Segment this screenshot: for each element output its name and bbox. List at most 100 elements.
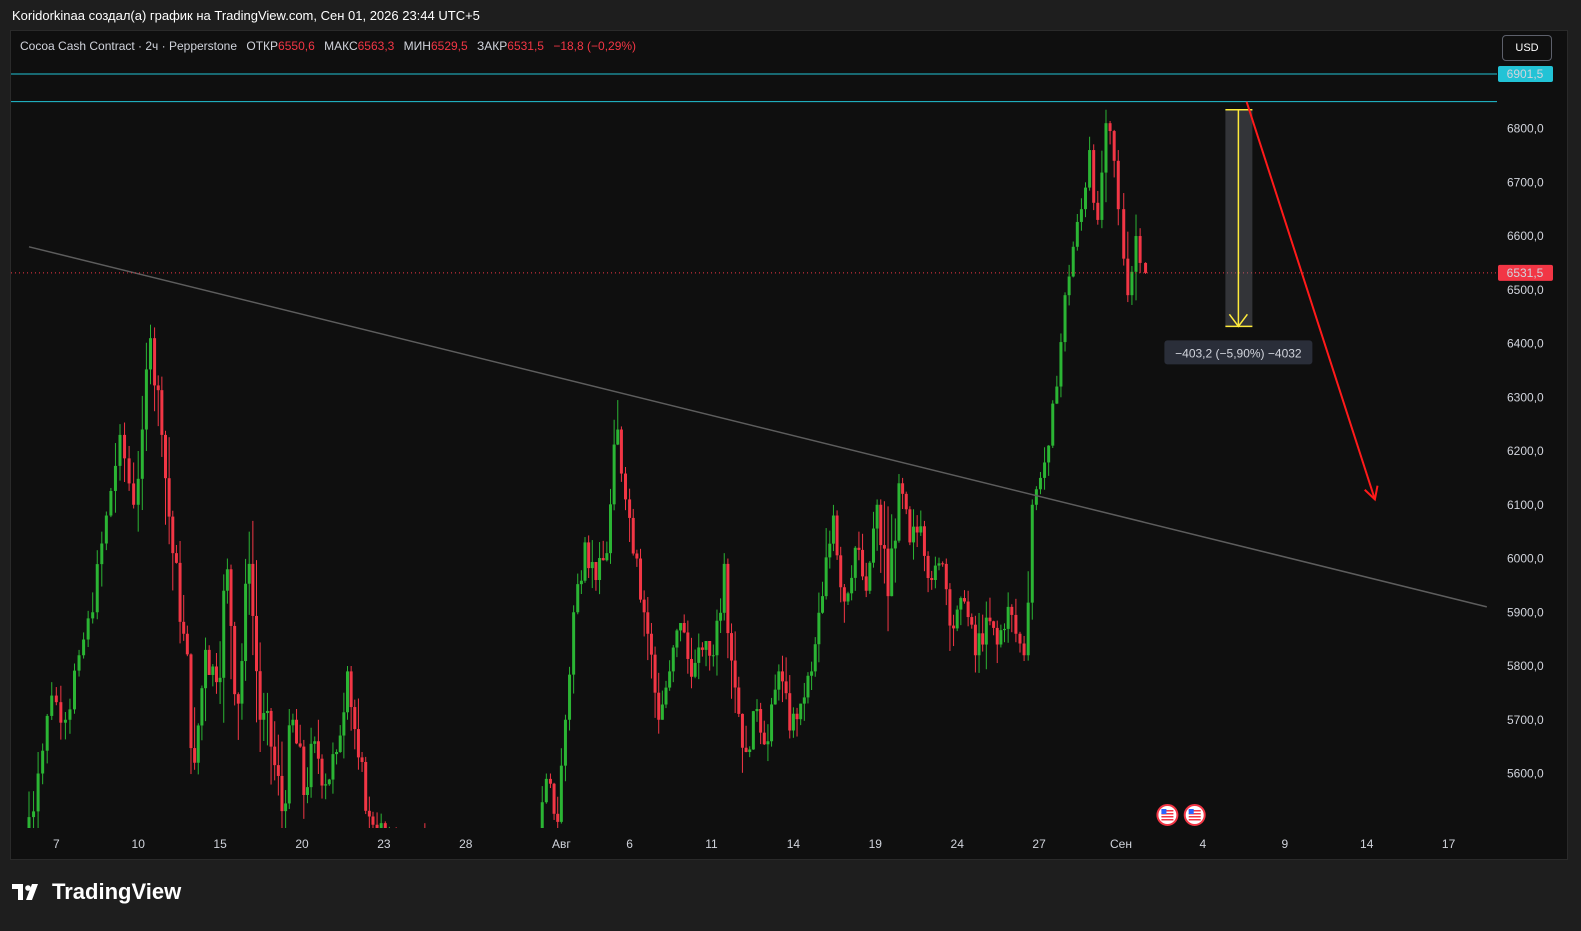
candle-down <box>886 548 890 597</box>
candle-down <box>423 833 426 851</box>
open-label: ОТКР <box>246 39 279 53</box>
candles-group <box>27 109 1148 851</box>
candle-down <box>251 563 255 616</box>
candle-down <box>367 810 371 817</box>
candle-down <box>132 483 136 505</box>
candle-down <box>857 547 861 550</box>
tradingview-logo[interactable]: TradingView <box>12 879 181 905</box>
candle-up <box>675 630 679 648</box>
candle-up <box>1084 187 1088 210</box>
us-flag-icon[interactable] <box>1156 804 1179 826</box>
candle-up <box>68 709 72 720</box>
candle-down <box>926 555 930 578</box>
candle-down <box>1116 160 1120 210</box>
candle-up <box>1130 271 1134 296</box>
candle-up <box>287 725 291 804</box>
candle-down <box>879 504 883 546</box>
us-flag-stripe <box>1188 819 1201 821</box>
candle-up <box>1059 342 1063 387</box>
x-tick-label: 19 <box>869 837 883 851</box>
currency-button[interactable]: USD <box>1502 35 1552 61</box>
candle-down <box>744 747 748 753</box>
candle-up <box>897 483 901 541</box>
candle-down <box>229 569 233 626</box>
candle-down <box>156 385 160 391</box>
candle-up <box>576 584 580 613</box>
candle-up <box>430 843 433 850</box>
candle-down <box>795 713 799 720</box>
candle-down <box>904 493 908 510</box>
candle-down <box>193 748 197 763</box>
candle-down <box>941 563 945 565</box>
candle-up <box>679 623 683 631</box>
candle-down <box>295 719 299 744</box>
y-tick-label: 6400,0 <box>1507 337 1544 351</box>
y-tick-label: 6200,0 <box>1507 444 1544 458</box>
brand-name: TradingView <box>52 879 182 904</box>
candle-up <box>871 528 875 563</box>
candle-up <box>36 773 40 812</box>
candle-down <box>1126 258 1130 296</box>
measure-label: −403,2 (−5,90%) −4032 <box>1175 346 1302 360</box>
candle-down <box>988 617 992 622</box>
y-tick-label: 6700,0 <box>1507 175 1544 189</box>
candle-up <box>791 713 795 731</box>
candle-down <box>882 545 886 549</box>
candle-down <box>619 429 623 474</box>
symbol-label[interactable]: Cocoa Cash Contract · 2ч · Pepperstone <box>20 39 237 53</box>
candle-up <box>817 612 821 645</box>
candle-down <box>233 625 237 695</box>
candle-down <box>171 516 175 554</box>
x-tick-label: 6 <box>626 837 633 851</box>
candle-down <box>930 577 934 581</box>
candle-down <box>624 473 628 500</box>
candle-up <box>144 369 148 430</box>
candle-up <box>27 817 31 828</box>
candle-down <box>657 692 661 720</box>
candle-up <box>755 709 759 712</box>
candle-up <box>773 689 777 705</box>
x-tick-label: 20 <box>295 837 309 851</box>
candle-up <box>853 547 857 578</box>
candle-up <box>1063 295 1067 343</box>
candle-up <box>850 577 854 594</box>
candle-up <box>828 543 832 558</box>
candle-down <box>708 640 712 656</box>
us-flag-canton <box>1188 809 1194 814</box>
trendline[interactable] <box>28 246 1487 608</box>
candle-up <box>955 609 959 629</box>
price-chart[interactable]: 5600,0 5700,0 5800,0 5900,0 6000,0 6100,0 6200… <box>0 0 1581 931</box>
open-value: 6550,6 <box>278 39 315 53</box>
candle-up <box>1071 246 1075 277</box>
candle-up <box>50 695 54 716</box>
candle-up <box>91 612 95 619</box>
candle-up <box>218 677 222 683</box>
x-tick-label: 9 <box>1281 837 1288 851</box>
candle-down <box>995 627 999 645</box>
candle-up <box>697 647 701 663</box>
x-tick-label: Сен <box>1110 837 1132 851</box>
candle-down <box>973 624 977 656</box>
candle-up <box>919 526 923 533</box>
candle-down <box>639 558 643 600</box>
candle-down <box>901 483 905 494</box>
y-tick-label: 6100,0 <box>1507 498 1544 512</box>
projection-arrow[interactable] <box>1245 101 1376 500</box>
us-flag-icon[interactable] <box>1183 804 1206 826</box>
candle-down <box>353 707 357 730</box>
candle-up <box>1043 462 1047 478</box>
candle-down <box>784 681 788 694</box>
candle-down <box>214 666 218 683</box>
level-price-label: 6901,5 <box>1507 67 1544 81</box>
candle-down <box>1018 633 1022 644</box>
candle-up <box>148 338 152 370</box>
candle-up <box>118 434 122 466</box>
candle-up <box>331 754 335 780</box>
x-tick-label: 15 <box>213 837 227 851</box>
candle-down <box>952 625 956 629</box>
candle-down <box>908 509 912 543</box>
candle-down <box>371 816 375 825</box>
candle-down <box>1112 131 1116 161</box>
candle-down <box>733 660 737 688</box>
us-flag-stripe <box>1161 816 1174 818</box>
